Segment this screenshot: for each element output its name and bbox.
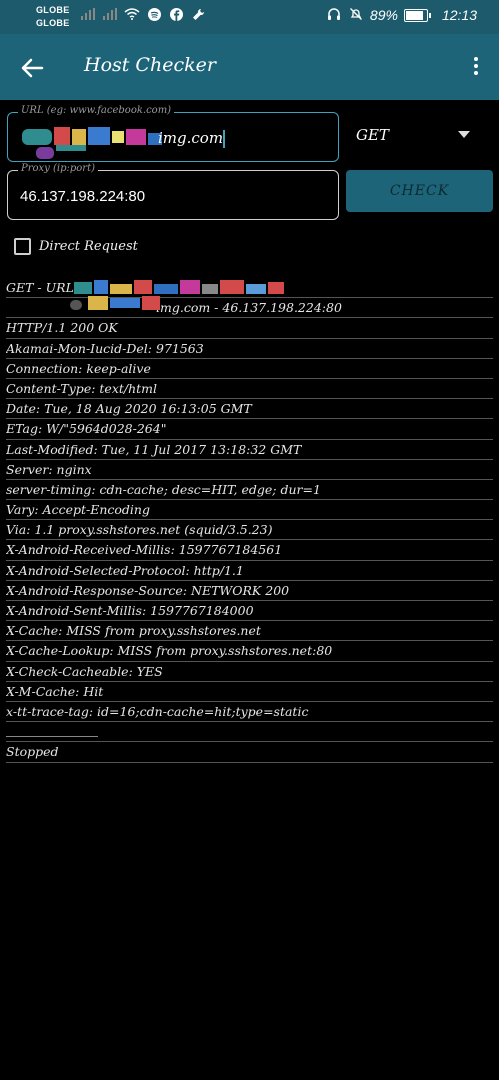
status-icons-right: 89% 12:13 bbox=[326, 7, 477, 23]
log-line: Server: nginx bbox=[6, 460, 493, 480]
headphones-icon bbox=[326, 7, 342, 23]
app-bar: Host Checker bbox=[0, 34, 499, 100]
log-line: X-Android-Sent-Millis: 1597767184000 bbox=[6, 601, 493, 622]
carrier-1: GLOBE bbox=[36, 5, 70, 15]
proxy-input-label: Proxy (ip:port) bbox=[18, 163, 98, 174]
carrier-labels: GLOBE GLOBE bbox=[36, 4, 70, 30]
log-line: ETag: W/"5964d028-264" bbox=[6, 419, 493, 440]
battery-icon bbox=[403, 8, 431, 22]
url-input-label: URL (eg: www.facebook.com) bbox=[18, 105, 175, 116]
back-button[interactable] bbox=[16, 52, 48, 84]
battery-percent: 89% bbox=[369, 7, 398, 23]
log-line: server-timing: cdn-cache; desc=HIT, edge… bbox=[6, 480, 493, 501]
spotify-icon bbox=[146, 8, 162, 24]
clock: 12:13 bbox=[441, 7, 477, 23]
status-bar: GLOBE GLOBE 89% 12:13 bbox=[0, 0, 499, 34]
method-select[interactable]: GET bbox=[356, 126, 389, 144]
log-line: X-Android-Response-Source: NETWORK 200 bbox=[6, 581, 493, 601]
log-line: X-Android-Selected-Protocol: http/1.1 bbox=[6, 561, 493, 581]
signal-icon bbox=[80, 8, 96, 24]
redaction-mark bbox=[70, 280, 284, 310]
response-log: GET - URL: img.com - 46.137.198.224:80 H… bbox=[6, 278, 493, 763]
wifi-icon bbox=[124, 8, 140, 24]
log-line: Vary: Accept-Encoding bbox=[6, 500, 493, 521]
log-line: Connection: keep-alive bbox=[6, 359, 493, 379]
log-line: X-M-Cache: Hit bbox=[6, 682, 493, 702]
wrench-icon bbox=[190, 8, 206, 24]
log-separator bbox=[6, 722, 493, 743]
log-line: X-Cache: MISS from proxy.sshstores.net bbox=[6, 621, 493, 642]
log-line: X-Check-Cacheable: YES bbox=[6, 662, 493, 682]
mute-icon bbox=[348, 7, 364, 23]
carrier-2: GLOBE bbox=[36, 18, 70, 28]
log-line: Last-Modified: Tue, 11 Jul 2017 13:18:32… bbox=[6, 440, 493, 460]
log-line: Akamai-Mon-Iucid-Del: 971563 bbox=[6, 339, 493, 359]
more-vert-icon bbox=[474, 57, 478, 61]
log-line: HTTP/1.1 200 OK bbox=[6, 318, 493, 339]
page-title: Host Checker bbox=[84, 54, 216, 76]
log-line: x-tt-trace-tag: id=16;cdn-cache=hit;type… bbox=[6, 702, 493, 723]
signal-icon bbox=[102, 8, 118, 24]
overflow-menu-button[interactable] bbox=[469, 54, 483, 80]
url-input[interactable]: URL (eg: www.facebook.com) img.com bbox=[7, 105, 339, 162]
log-line: Date: Tue, 18 Aug 2020 16:13:05 GMT bbox=[6, 399, 493, 420]
log-line: X-Cache-Lookup: MISS from proxy.sshstore… bbox=[6, 641, 493, 662]
log-line: Content-Type: text/html bbox=[6, 379, 493, 400]
dropdown-arrow-icon[interactable] bbox=[458, 131, 470, 138]
log-status: Stopped bbox=[6, 742, 493, 763]
facebook-icon bbox=[168, 8, 184, 24]
redaction-mark bbox=[22, 127, 162, 159]
arrow-left-icon bbox=[21, 58, 44, 78]
direct-request-label: Direct Request bbox=[39, 239, 138, 254]
proxy-input-value: 46.137.198.224:80 bbox=[20, 188, 146, 205]
log-line: Via: 1.1 proxy.sshstores.net (squid/3.5.… bbox=[6, 520, 493, 541]
check-button[interactable]: CHECK bbox=[346, 170, 493, 212]
direct-request-option[interactable]: Direct Request bbox=[14, 238, 138, 255]
url-input-value: img.com bbox=[158, 129, 226, 148]
log-line: X-Android-Received-Millis: 1597767184561 bbox=[6, 540, 493, 561]
direct-request-checkbox[interactable] bbox=[14, 238, 31, 255]
proxy-input[interactable]: Proxy (ip:port) 46.137.198.224:80 bbox=[7, 163, 339, 220]
status-icons-left bbox=[80, 8, 206, 24]
